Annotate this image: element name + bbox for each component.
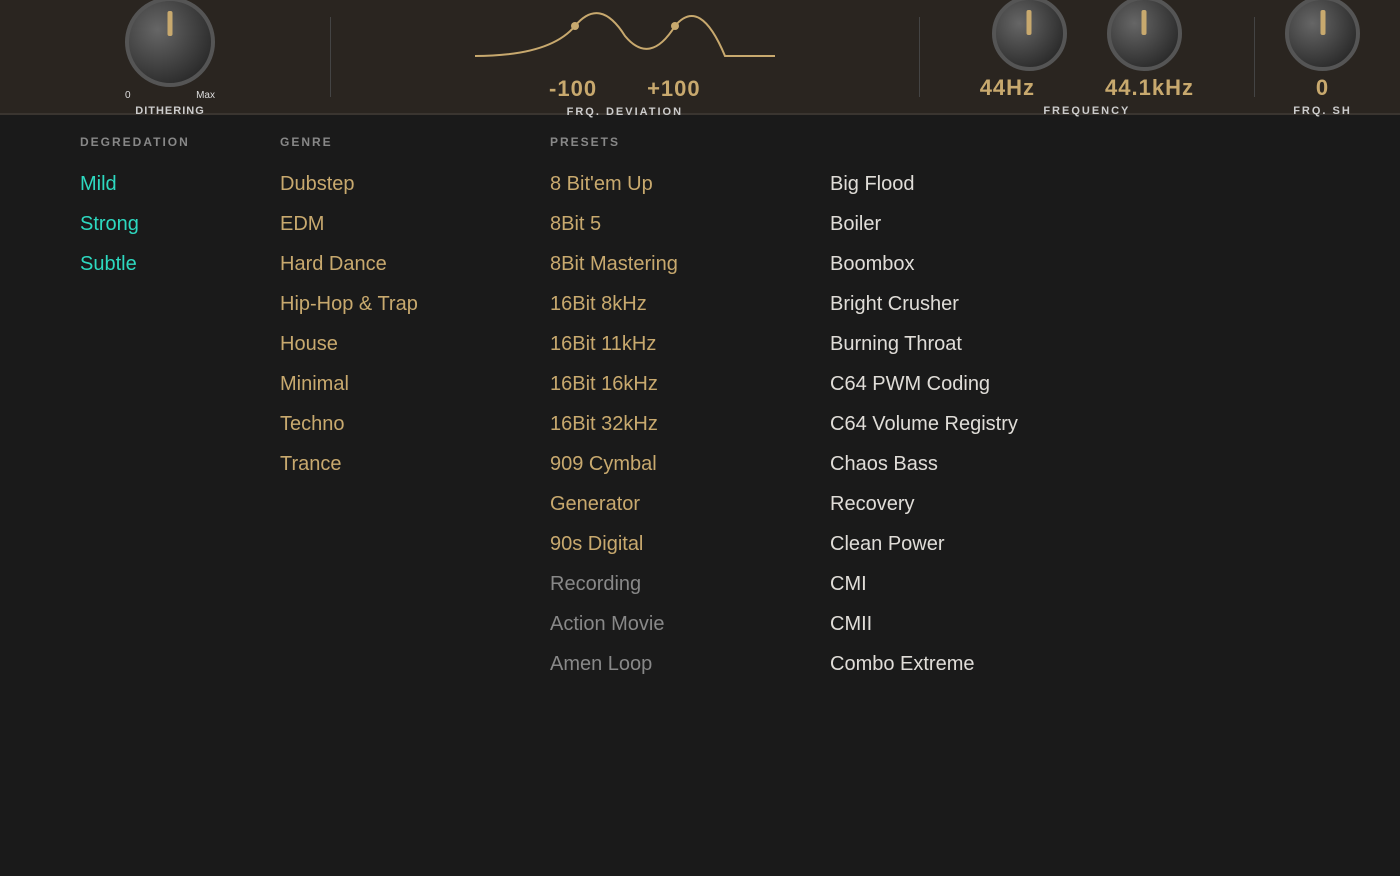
dithering-section: 0 Max DITHERING <box>20 0 320 132</box>
preset-c64-volume[interactable]: C64 Volume Registry <box>830 414 1110 434</box>
separator-1 <box>330 17 331 97</box>
dithering-labels: 0 Max <box>125 90 215 101</box>
preset-8bit5[interactable]: 8Bit 5 <box>550 214 830 234</box>
genre-column: GENRE Dubstep EDM Hard Dance Hip-Hop & T… <box>280 135 550 856</box>
preset-boombox[interactable]: Boombox <box>830 254 1110 274</box>
preset-chaos-bass[interactable]: Chaos Bass <box>830 454 1110 474</box>
preset-cmii[interactable]: CMII <box>830 614 1110 634</box>
presets-header: PRESETS <box>550 135 830 149</box>
separator-2 <box>919 17 920 97</box>
degradation-item-mild[interactable]: Mild <box>80 174 280 194</box>
preset-generator[interactable]: Generator <box>550 494 830 514</box>
preset-big-flood[interactable]: Big Flood <box>830 174 1110 194</box>
frequency-values-row: 44Hz 44.1kHz <box>980 75 1194 101</box>
genre-item-techno[interactable]: Techno <box>280 414 550 434</box>
dithering-knob[interactable] <box>125 0 215 87</box>
frq-shift-label: FRQ. SH <box>1293 105 1352 117</box>
preset-c64-pwm[interactable]: C64 PWM Coding <box>830 374 1110 394</box>
degradation-item-subtle[interactable]: Subtle <box>80 254 280 274</box>
genre-header: GENRE <box>280 135 550 149</box>
preset-16bit-16khz[interactable]: 16Bit 16kHz <box>550 374 830 394</box>
genre-item-edm[interactable]: EDM <box>280 214 550 234</box>
presets-column-1: PRESETS 8 Bit'em Up 8Bit 5 8Bit Masterin… <box>550 135 830 856</box>
preset-90s-digital[interactable]: 90s Digital <box>550 534 830 554</box>
frequency-label: FREQUENCY <box>1043 105 1130 117</box>
frq-shift-section: 0 FRQ. SH <box>1265 0 1380 117</box>
frq-min-value: -100 <box>549 76 597 102</box>
frq-deviation-section: -100 +100 FRQ. DEVIATION <box>341 0 909 118</box>
frq-range-row: -100 +100 <box>549 76 701 102</box>
preset-recovery[interactable]: Recovery <box>830 494 1110 514</box>
preset-bright-crusher[interactable]: Bright Crusher <box>830 294 1110 314</box>
main-content: DEGREDATION Mild Strong Subtle GENRE Dub… <box>0 115 1400 876</box>
preset-16bit-8khz[interactable]: 16Bit 8kHz <box>550 294 830 314</box>
dithering-max-label: Max <box>196 90 215 101</box>
frq-curve-svg <box>475 0 775 76</box>
frq-shift-value: 0 <box>1316 75 1329 101</box>
preset-8bitem-up[interactable]: 8 Bit'em Up <box>550 174 830 194</box>
separator-3 <box>1254 17 1255 97</box>
top-panel: 0 Max DITHERING -100 +100 FRQ. DEVIATION <box>0 0 1400 115</box>
preset-combo-extreme[interactable]: Combo Extreme <box>830 654 1110 674</box>
genre-item-hard-dance[interactable]: Hard Dance <box>280 254 550 274</box>
frq-deviation-label: FRQ. DEVIATION <box>567 106 683 118</box>
frequency-section: 44Hz 44.1kHz FREQUENCY <box>930 0 1244 117</box>
genre-item-house[interactable]: House <box>280 334 550 354</box>
dithering-param-label: DITHERING <box>135 105 205 117</box>
presets-section: PRESETS 8 Bit'em Up 8Bit 5 8Bit Masterin… <box>550 135 1320 856</box>
preset-16bit-11khz[interactable]: 16Bit 11kHz <box>550 334 830 354</box>
degradation-item-strong[interactable]: Strong <box>80 214 280 234</box>
presets-column-2: PRESETS Big Flood Boiler Boombox Bright … <box>830 135 1110 856</box>
frq-shift-knob-1[interactable] <box>1285 0 1360 71</box>
genre-item-minimal[interactable]: Minimal <box>280 374 550 394</box>
genre-item-hip-hop[interactable]: Hip-Hop & Trap <box>280 294 550 314</box>
preset-burning-throat[interactable]: Burning Throat <box>830 334 1110 354</box>
preset-action-movie[interactable]: Action Movie <box>550 614 830 634</box>
preset-amen-loop[interactable]: Amen Loop <box>550 654 830 674</box>
genre-item-trance[interactable]: Trance <box>280 454 550 474</box>
preset-clean-power[interactable]: Clean Power <box>830 534 1110 554</box>
genre-item-dubstep[interactable]: Dubstep <box>280 174 550 194</box>
frequency-knob-2[interactable] <box>1107 0 1182 71</box>
preset-16bit-32khz[interactable]: 16Bit 32kHz <box>550 414 830 434</box>
preset-8bit-mastering[interactable]: 8Bit Mastering <box>550 254 830 274</box>
preset-boiler[interactable]: Boiler <box>830 214 1110 234</box>
dithering-min-label: 0 <box>125 90 131 101</box>
frequency-value-2: 44.1kHz <box>1105 75 1194 101</box>
preset-recording[interactable]: Recording <box>550 574 830 594</box>
preset-909-cymbal[interactable]: 909 Cymbal <box>550 454 830 474</box>
degradation-column: DEGREDATION Mild Strong Subtle <box>80 135 280 856</box>
frequency-knob-1[interactable] <box>992 0 1067 71</box>
frq-max-value: +100 <box>647 76 701 102</box>
preset-cmi[interactable]: CMI <box>830 574 1110 594</box>
frequency-value-1: 44Hz <box>980 75 1035 101</box>
degradation-header: DEGREDATION <box>80 135 280 149</box>
